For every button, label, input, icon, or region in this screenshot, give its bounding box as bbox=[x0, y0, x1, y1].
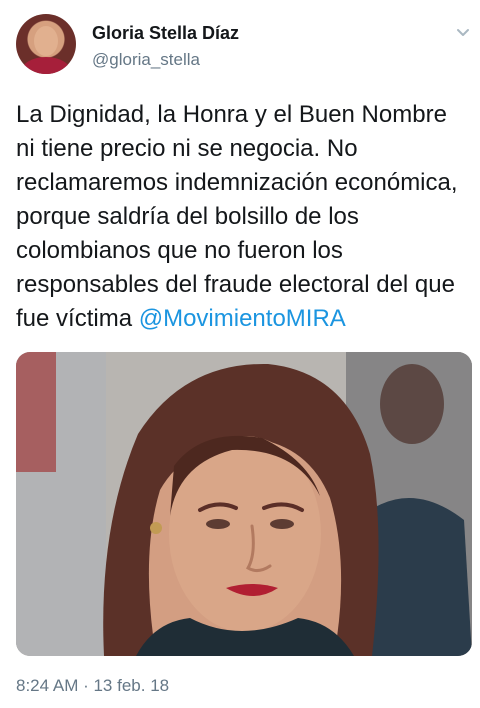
avatar-shirt bbox=[21, 57, 71, 74]
tweet-body: La Dignidad, la Honra y el Buen Nombre n… bbox=[16, 101, 458, 332]
tweet-card: Gloria Stella Díaz @gloria_stella La Dig… bbox=[0, 0, 480, 708]
avatar[interactable] bbox=[16, 14, 76, 74]
chevron-down-icon[interactable] bbox=[456, 28, 470, 38]
author-handle[interactable]: @gloria_stella bbox=[92, 50, 239, 70]
tweet-text: La Dignidad, la Honra y el Buen Nombre n… bbox=[16, 98, 472, 336]
tweet-timestamp[interactable]: 8:24 AM · 13 feb. 18 bbox=[16, 676, 169, 696]
photo-illustration bbox=[16, 352, 472, 656]
tweet-photo[interactable] bbox=[16, 352, 472, 656]
author-name[interactable]: Gloria Stella Díaz bbox=[92, 22, 239, 44]
avatar-face bbox=[34, 26, 58, 56]
mention-link[interactable]: @MovimientoMIRA bbox=[139, 305, 346, 332]
author-info: Gloria Stella Díaz @gloria_stella bbox=[92, 22, 239, 70]
